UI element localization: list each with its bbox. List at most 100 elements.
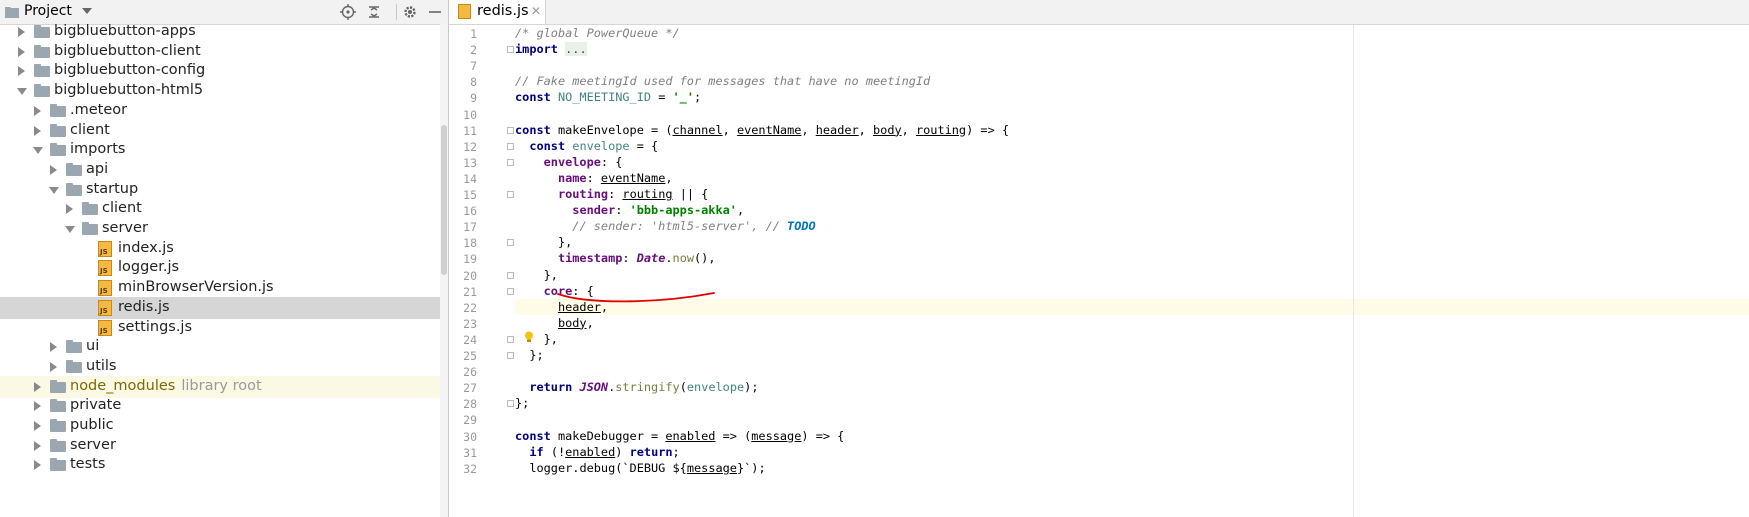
fold-toggle-icon[interactable] — [507, 46, 514, 54]
code-line[interactable]: return JSON.stringify(envelope); — [515, 379, 1749, 395]
code-line[interactable]: body, — [515, 315, 1749, 331]
tree-folder-item[interactable]: bigbluebutton-client — [0, 41, 440, 63]
tree-file-item[interactable]: JS minBrowserVersion.js — [0, 277, 440, 299]
code-token: sender — [572, 203, 616, 218]
settings-gear-icon[interactable] — [402, 4, 418, 20]
tree-folder-item[interactable]: .meteor — [0, 100, 440, 122]
code-line[interactable]: }, — [515, 234, 1749, 250]
fold-toggle-icon[interactable] — [507, 158, 514, 166]
code-line[interactable]: }, — [515, 331, 1749, 347]
chevron-right-icon[interactable] — [34, 460, 41, 471]
code-line[interactable] — [515, 106, 1749, 122]
tree-folder-item[interactable]: ui — [0, 336, 440, 358]
chevron-down-icon[interactable] — [49, 186, 59, 194]
tree-folder-item[interactable]: imports — [0, 139, 440, 161]
code-line[interactable]: name: eventName, — [515, 170, 1749, 186]
tree-item-label: startup — [86, 180, 139, 197]
tree-folder-item[interactable]: api — [0, 159, 440, 181]
chevron-down-icon[interactable] — [17, 88, 27, 96]
fold-toggle-icon[interactable] — [507, 352, 514, 359]
intention-lightbulb-icon[interactable] — [524, 331, 534, 343]
tree-folder-item[interactable]: node_modules library root — [0, 375, 440, 398]
code-token: }; — [515, 348, 544, 362]
code-line[interactable]: routing: routing || { — [515, 186, 1749, 202]
tab-close-icon[interactable]: ✕ — [531, 4, 541, 18]
code-line[interactable]: import ... — [515, 41, 1749, 57]
code-line[interactable]: // Fake meetingId used for messages that… — [515, 73, 1749, 89]
tree-folder-item[interactable]: server — [0, 218, 440, 240]
tree-folder-item[interactable]: tests — [0, 454, 440, 476]
chevron-down-icon[interactable] — [33, 147, 43, 155]
fold-toggle-icon[interactable] — [507, 191, 514, 198]
chevron-right-icon[interactable] — [34, 401, 41, 412]
chevron-right-icon[interactable] — [50, 164, 57, 175]
code-line[interactable]: timestamp: Date.now(), — [515, 250, 1749, 266]
chevron-down-icon[interactable] — [65, 226, 75, 233]
fold-toggle-icon[interactable] — [507, 335, 514, 343]
chevron-right-icon[interactable] — [18, 46, 25, 57]
fold-toggle-icon[interactable] — [507, 271, 514, 279]
tree-file-item[interactable]: JS redis.js — [0, 296, 440, 319]
tab-redis-js[interactable]: redis.js ✕ — [449, 0, 546, 24]
code-token: envelope — [686, 380, 745, 395]
code-line[interactable] — [515, 411, 1749, 427]
chevron-right-icon[interactable] — [18, 66, 25, 77]
tree-item-label: .meteor — [70, 101, 128, 118]
code-line[interactable]: }, — [515, 267, 1749, 283]
code-line[interactable]: // sender: 'html5-server', // TODO — [515, 218, 1749, 234]
chevron-right-icon[interactable] — [34, 440, 41, 451]
project-panel-title[interactable]: Project — [24, 3, 72, 19]
line-number: 27 — [463, 381, 477, 396]
code-line[interactable]: /* global PowerQueue */ — [515, 25, 1749, 41]
project-tree-scroll-thumb[interactable] — [441, 125, 447, 275]
line-number: 30 — [463, 429, 477, 444]
chevron-right-icon[interactable] — [50, 342, 57, 353]
code-line[interactable]: envelope: { — [515, 154, 1749, 170]
fold-toggle-icon[interactable] — [507, 142, 514, 150]
line-number: 29 — [463, 413, 477, 428]
code-line[interactable] — [515, 57, 1749, 73]
chevron-right-icon[interactable] — [66, 204, 73, 215]
locate-icon[interactable] — [340, 4, 356, 20]
tree-folder-item[interactable]: client — [0, 198, 440, 220]
fold-toggle-icon[interactable] — [507, 400, 514, 408]
code-line[interactable]: if (!enabled) return; — [515, 444, 1749, 460]
code-editor[interactable]: /* global PowerQueue */import ... // Fake… — [515, 25, 1749, 517]
fold-toggle-icon[interactable] — [507, 239, 514, 247]
tree-file-item[interactable]: JS settings.js — [0, 317, 440, 339]
chevron-right-icon[interactable] — [50, 361, 57, 372]
tree-file-item[interactable]: JS index.js — [0, 238, 440, 260]
code-line[interactable]: }; — [515, 395, 1749, 411]
tree-folder-item[interactable]: private — [0, 395, 440, 417]
chevron-right-icon[interactable] — [18, 27, 25, 37]
chevron-right-icon[interactable] — [34, 125, 41, 136]
tree-folder-item[interactable]: utils — [0, 356, 440, 378]
code-token: Date — [636, 251, 666, 266]
fold-toggle-icon[interactable] — [507, 287, 514, 295]
tree-folder-item[interactable]: server — [0, 435, 440, 457]
code-line[interactable] — [515, 363, 1749, 379]
folder-icon — [50, 103, 66, 117]
code-line[interactable]: const NO_MEETING_ID = '_'; — [515, 89, 1749, 105]
code-line[interactable]: const makeDebugger = enabled => (message… — [515, 428, 1749, 444]
code-line[interactable]: logger.debug(`DEBUG ${message}`); — [515, 460, 1749, 476]
collapse-all-icon[interactable] — [366, 4, 382, 20]
code-line[interactable]: const envelope = { — [515, 138, 1749, 154]
tree-folder-item[interactable]: startup — [0, 179, 440, 201]
fold-toggle-icon[interactable] — [507, 126, 514, 134]
tree-folder-item[interactable]: bigbluebutton-html5 — [0, 80, 440, 102]
chevron-right-icon[interactable] — [34, 105, 41, 116]
chevron-right-icon[interactable] — [34, 381, 41, 392]
line-number: 25 — [463, 349, 477, 363]
tree-folder-item[interactable]: public — [0, 415, 440, 437]
hide-panel-icon[interactable] — [427, 4, 443, 20]
chevron-right-icon[interactable] — [34, 421, 41, 431]
code-line[interactable]: }; — [515, 347, 1749, 363]
tree-folder-item[interactable]: client — [0, 120, 440, 142]
code-line[interactable]: sender: 'bbb-apps-akka', — [515, 202, 1749, 218]
tree-folder-item[interactable]: bigbluebutton-config — [0, 60, 440, 82]
project-view-dropdown-icon[interactable] — [82, 8, 92, 14]
tree-file-item[interactable]: JS logger.js — [0, 257, 440, 279]
folder-icon — [66, 359, 82, 373]
code-line[interactable]: const makeEnvelope = (channel, eventName… — [515, 122, 1749, 138]
